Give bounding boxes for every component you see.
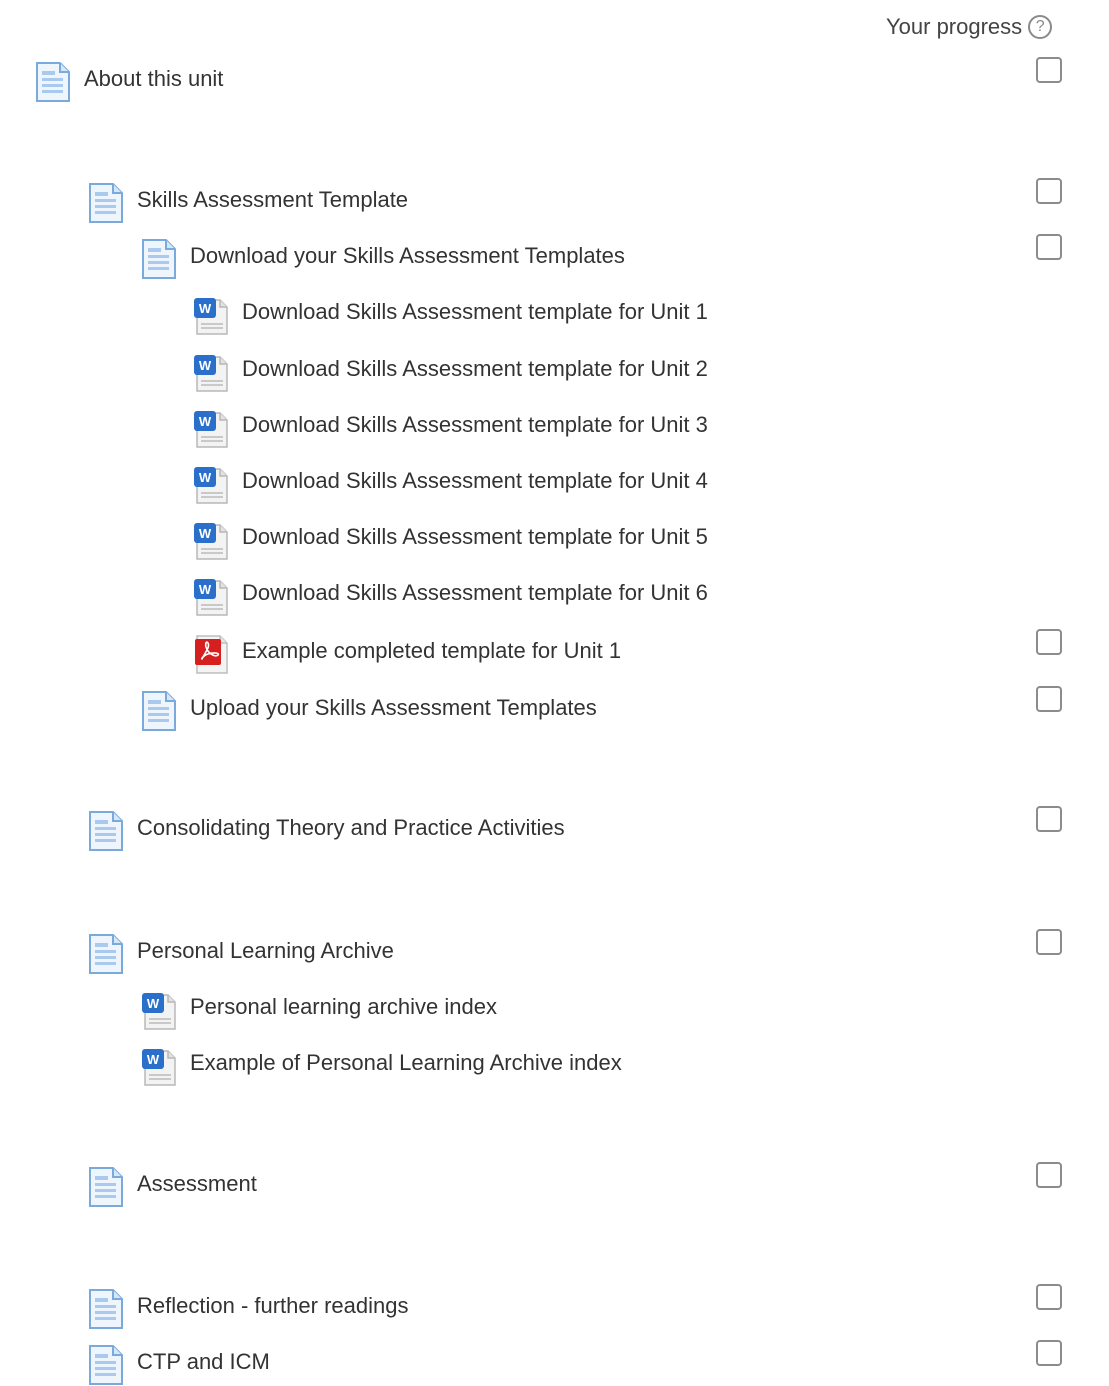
activity-link[interactable]: Upload your Skills Assessment Templates — [190, 694, 597, 722]
activity-link[interactable]: Reflection - further readings — [137, 1292, 408, 1320]
activity-link[interactable]: About this unit — [84, 65, 223, 93]
activity-archive-index[interactable]: W Personal learning archive index — [0, 985, 1109, 1031]
activity-link[interactable]: Download your Skills Assessment Template… — [190, 242, 625, 270]
activity-reflection-readings[interactable]: Reflection - further readings — [0, 1284, 1109, 1330]
page-icon — [87, 810, 125, 852]
page-icon — [140, 238, 178, 280]
activity-template-unit-4[interactable]: W Download Skills Assessment template fo… — [0, 459, 1109, 505]
activity-template-unit-5[interactable]: W Download Skills Assessment template fo… — [0, 515, 1109, 561]
activity-link[interactable]: Personal learning archive index — [190, 993, 497, 1021]
svg-text:W: W — [199, 414, 212, 429]
activity-link[interactable]: Download Skills Assessment template for … — [242, 298, 708, 326]
completion-checkbox[interactable] — [1036, 178, 1062, 204]
activity-template-unit-1[interactable]: W Download Skills Assessment template fo… — [0, 290, 1109, 336]
activity-link[interactable]: Example completed template for Unit 1 — [242, 637, 621, 665]
pdf-icon — [192, 633, 230, 675]
svg-text:W: W — [199, 582, 212, 597]
completion-checkbox[interactable] — [1036, 234, 1062, 260]
page-icon — [87, 1288, 125, 1330]
svg-text:W: W — [199, 470, 212, 485]
activity-archive-index-example[interactable]: W Example of Personal Learning Archive i… — [0, 1041, 1109, 1087]
svg-text:W: W — [199, 301, 212, 316]
completion-checkbox[interactable] — [1036, 806, 1062, 832]
activity-link[interactable]: Download Skills Assessment template for … — [242, 355, 708, 383]
word-document-icon: W — [140, 1045, 178, 1087]
word-document-icon: W — [192, 351, 230, 393]
activity-personal-learning-archive[interactable]: Personal Learning Archive — [0, 929, 1109, 975]
completion-checkbox[interactable] — [1036, 57, 1062, 83]
completion-checkbox[interactable] — [1036, 929, 1062, 955]
activity-template-unit-2[interactable]: W Download Skills Assessment template fo… — [0, 347, 1109, 393]
page-icon — [34, 61, 72, 103]
activity-link[interactable]: Download Skills Assessment template for … — [242, 579, 708, 607]
page-icon — [87, 933, 125, 975]
completion-checkbox[interactable] — [1036, 686, 1062, 712]
word-document-icon: W — [140, 989, 178, 1031]
word-document-icon: W — [192, 519, 230, 561]
svg-text:W: W — [147, 996, 160, 1011]
word-document-icon: W — [192, 463, 230, 505]
activity-consolidating-theory[interactable]: Consolidating Theory and Practice Activi… — [0, 806, 1109, 852]
completion-checkbox[interactable] — [1036, 1340, 1062, 1366]
completion-checkbox[interactable] — [1036, 629, 1062, 655]
activity-download-templates[interactable]: Download your Skills Assessment Template… — [0, 234, 1109, 280]
activity-about-this-unit[interactable]: About this unit — [0, 57, 1109, 103]
activity-link[interactable]: Download Skills Assessment template for … — [242, 411, 708, 439]
page-icon — [87, 1166, 125, 1208]
completion-checkbox[interactable] — [1036, 1284, 1062, 1310]
help-icon[interactable]: ? — [1028, 15, 1053, 39]
activity-assessment[interactable]: Assessment — [0, 1162, 1109, 1208]
activity-upload-templates[interactable]: Upload your Skills Assessment Templates — [0, 686, 1109, 732]
page-icon — [140, 690, 178, 732]
activity-skills-assessment-template[interactable]: Skills Assessment Template — [0, 178, 1109, 224]
word-document-icon: W — [192, 407, 230, 449]
activity-template-unit-3[interactable]: W Download Skills Assessment template fo… — [0, 403, 1109, 449]
activity-link[interactable]: Example of Personal Learning Archive ind… — [190, 1049, 622, 1077]
svg-text:W: W — [199, 526, 212, 541]
progress-label: Your progress — [886, 14, 1023, 39]
activity-ctp-and-icm[interactable]: CTP and ICM — [0, 1340, 1109, 1386]
activity-link[interactable]: Download Skills Assessment template for … — [242, 523, 708, 551]
activity-link[interactable]: Assessment — [137, 1170, 257, 1198]
progress-header: Your progress ? — [886, 13, 1053, 41]
activity-example-completed-template[interactable]: Example completed template for Unit 1 — [0, 629, 1109, 675]
activity-link[interactable]: Download Skills Assessment template for … — [242, 467, 708, 495]
activity-link[interactable]: Personal Learning Archive — [137, 937, 394, 965]
word-document-icon: W — [192, 294, 230, 336]
activity-template-unit-6[interactable]: W Download Skills Assessment template fo… — [0, 571, 1109, 617]
page-icon — [87, 1344, 125, 1386]
page-icon — [87, 182, 125, 224]
activity-link[interactable]: Skills Assessment Template — [137, 186, 408, 214]
completion-checkbox[interactable] — [1036, 1162, 1062, 1188]
svg-text:W: W — [147, 1052, 160, 1067]
word-document-icon: W — [192, 575, 230, 617]
svg-text:W: W — [199, 358, 212, 373]
activity-link[interactable]: Consolidating Theory and Practice Activi… — [137, 814, 565, 842]
